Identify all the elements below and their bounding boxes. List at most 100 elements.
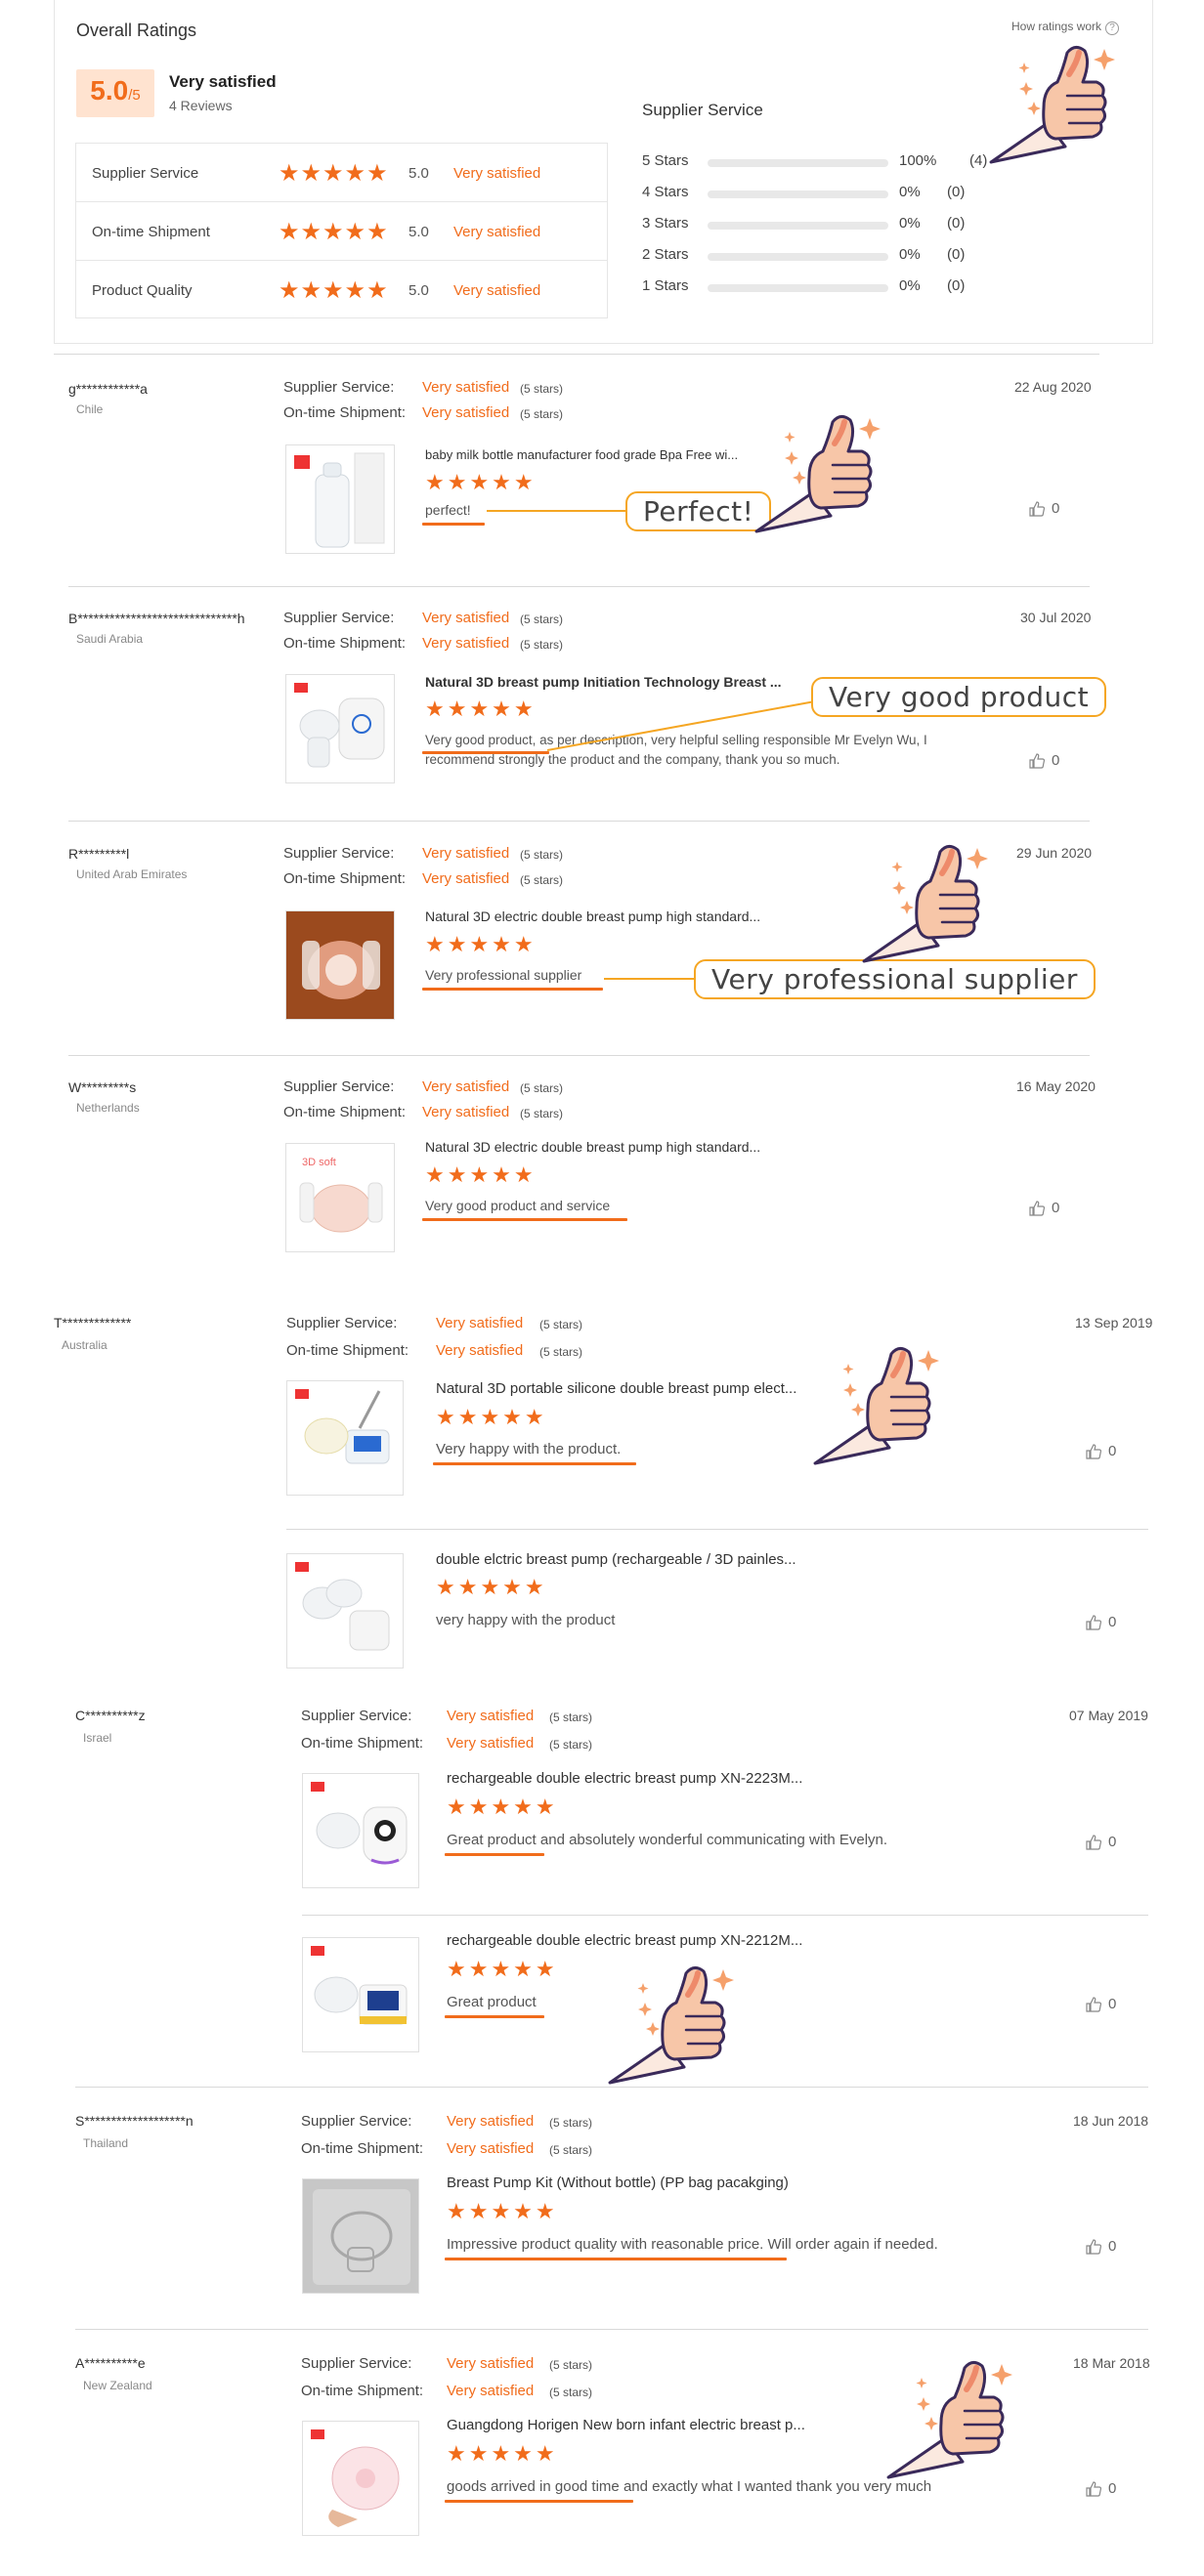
product-thumbnail[interactable]	[285, 674, 395, 783]
product-title-link[interactable]: Natural 3D breast pump Initiation Techno…	[425, 674, 782, 690]
on-time-shipment-value: Very satisfied	[422, 1104, 510, 1120]
breakdown-bar	[708, 284, 888, 292]
product-thumbnail[interactable]	[302, 2421, 419, 2536]
how-ratings-work-link[interactable]: How ratings work?	[1011, 20, 1120, 35]
product-title-link[interactable]: Natural 3D electric double breast pump h…	[425, 908, 760, 924]
on-time-shipment-stars: (5 stars)	[549, 2143, 593, 2157]
reviewer-name: C**********z	[75, 1708, 146, 1723]
like-count: 0	[1052, 500, 1060, 517]
on-time-shipment-value: Very satisfied	[447, 2383, 535, 2399]
breakdown-label: 3 Stars	[642, 215, 689, 232]
product-star-rating: ★★★★★	[447, 1795, 558, 1819]
rating-row-value: 5.0	[408, 224, 429, 240]
product-title-link[interactable]: Natural 3D portable silicone double brea…	[436, 1380, 796, 1397]
callout-connector	[604, 978, 694, 980]
on-time-shipment-stars: (5 stars)	[549, 2386, 593, 2399]
breast-shell-image	[311, 2429, 400, 2527]
product-title-link[interactable]: rechargeable double electric breast pump…	[447, 1770, 802, 1787]
like-button[interactable]: 0	[1028, 1200, 1059, 1217]
overall-verdict: Very satisfied	[169, 72, 277, 91]
like-button[interactable]: 0	[1085, 2238, 1116, 2256]
product-thumbnail[interactable]	[285, 910, 395, 1020]
help-icon[interactable]: ?	[1105, 21, 1120, 35]
product-thumbnail[interactable]	[286, 1553, 404, 1668]
reviewer-country: Saudi Arabia	[76, 632, 144, 646]
review-date: 13 Sep 2019	[1075, 1315, 1153, 1330]
thumbs-up-icon[interactable]	[1085, 1996, 1102, 2013]
like-button[interactable]: 0	[1085, 1996, 1116, 2013]
review-comment: Great product and absolutely wonderful c…	[447, 1832, 888, 1848]
how-ratings-work-label[interactable]: How ratings work	[1011, 20, 1101, 33]
review-comment: goods arrived in good time and exactly w…	[447, 2478, 932, 2495]
rating-row-text: Very satisfied	[453, 165, 541, 182]
thumbs-up-icon[interactable]	[1028, 1200, 1046, 1217]
on-time-shipment-value: Very satisfied	[422, 404, 510, 421]
svg-text:3D soft: 3D soft	[302, 1157, 336, 1168]
thumbs-up-mascot-icon	[752, 408, 899, 535]
product-title-link[interactable]: Breast Pump Kit (Without bottle) (PP bag…	[447, 2175, 789, 2191]
product-star-rating: ★★★★★	[436, 1575, 547, 1599]
on-time-shipment-label: On-time Shipment:	[283, 870, 407, 887]
supplier-service-label: Supplier Service:	[283, 1078, 395, 1095]
breast-pump-image	[311, 1946, 408, 2025]
product-thumbnail[interactable]: 3D soft	[285, 1143, 395, 1252]
comment-highlight-underline	[422, 988, 603, 991]
breakdown-count: (0)	[947, 277, 966, 294]
divider	[68, 821, 1090, 822]
supplier-service-value: Very satisfied	[447, 2355, 535, 2372]
supplier-service-stars: (5 stars)	[539, 1318, 583, 1331]
star-rating: ★★★★★	[279, 219, 389, 245]
thumbs-up-icon[interactable]	[1085, 1614, 1102, 1631]
divider	[302, 1915, 1148, 1916]
review-count: 4 Reviews	[169, 98, 233, 113]
on-time-shipment-label: On-time Shipment:	[301, 1735, 424, 1752]
thumbs-up-icon[interactable]	[1028, 752, 1046, 770]
like-button[interactable]: 0	[1028, 500, 1059, 518]
thumbs-up-mascot-icon	[811, 1340, 958, 1467]
on-time-shipment-value: Very satisfied	[422, 870, 510, 887]
supplier-service-stars: (5 stars)	[520, 612, 564, 626]
like-button[interactable]: 0	[1085, 1834, 1116, 1851]
like-button[interactable]: 0	[1028, 752, 1059, 770]
on-time-shipment-value: Very satisfied	[436, 1342, 524, 1359]
product-title-link[interactable]: Guangdong Horigen New born infant electr…	[447, 2417, 805, 2433]
comment-highlight-underline	[445, 2258, 787, 2260]
thumbs-up-icon[interactable]	[1085, 1443, 1102, 1460]
product-title-link[interactable]: rechargeable double electric breast pump…	[447, 1932, 802, 1949]
product-thumbnail[interactable]	[302, 1937, 419, 2052]
supplier-service-label: Supplier Service:	[301, 1708, 412, 1724]
star-rating: ★★★★★	[279, 160, 389, 187]
pump-kit-bag-image	[303, 2179, 418, 2293]
breakdown-percent: 100%	[899, 152, 937, 169]
product-star-rating: ★★★★★	[425, 932, 537, 956]
thumbs-up-icon[interactable]	[1085, 2480, 1102, 2498]
callout-connector	[547, 700, 816, 751]
product-title-link[interactable]: baby milk bottle manufacturer food grade…	[425, 447, 738, 462]
on-time-shipment-stars: (5 stars)	[539, 1345, 583, 1359]
comment-highlight-underline	[433, 1462, 636, 1465]
product-thumbnail[interactable]	[286, 1380, 404, 1496]
product-thumbnail[interactable]	[302, 1773, 419, 1888]
like-button[interactable]: 0	[1085, 1443, 1116, 1460]
thumbs-up-icon[interactable]	[1085, 2238, 1102, 2256]
overall-score: 5.0	[90, 75, 129, 106]
review-comment: Very professional supplier	[425, 967, 582, 983]
like-button[interactable]: 0	[1085, 1614, 1116, 1631]
rating-row-on-time-shipment: On-time Shipment ★★★★★ 5.0 Very satisfie…	[76, 202, 607, 261]
supplier-service-label: Supplier Service:	[286, 1315, 398, 1331]
thumbs-up-icon[interactable]	[1085, 1834, 1102, 1851]
product-thumbnail[interactable]	[285, 444, 395, 554]
supplier-service-stars: (5 stars)	[520, 382, 564, 396]
breast-pump-image	[286, 911, 394, 1019]
like-button[interactable]: 0	[1085, 2480, 1116, 2498]
review-date: 07 May 2019	[1069, 1708, 1148, 1723]
reviewer-name: A**********e	[75, 2355, 146, 2371]
on-time-shipment-label: On-time Shipment:	[286, 1342, 409, 1359]
product-thumbnail[interactable]	[302, 2178, 419, 2294]
star-rating: ★★★★★	[279, 277, 389, 304]
reviewer-name: g************a	[68, 381, 148, 397]
divider	[75, 2329, 1148, 2330]
product-title-link[interactable]: double elctric breast pump (rechargeable…	[436, 1551, 796, 1568]
thumbs-up-icon[interactable]	[1028, 500, 1046, 518]
product-title-link[interactable]: Natural 3D electric double breast pump h…	[425, 1139, 760, 1155]
